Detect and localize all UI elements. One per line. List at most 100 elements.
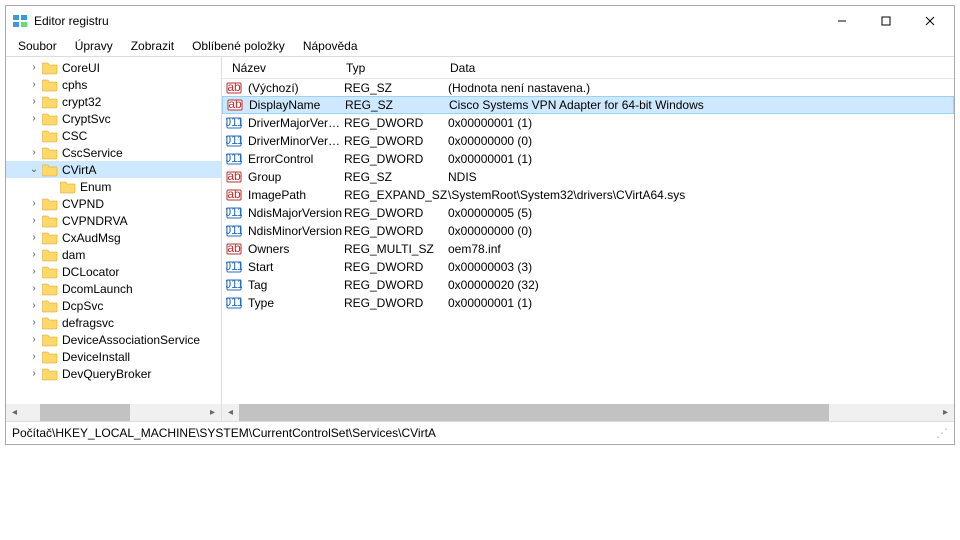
value-row[interactable]: 011DriverMajorVers…REG_DWORD0x00000001 (… (222, 114, 954, 132)
svg-text:011: 011 (226, 115, 242, 129)
string-value-icon: ab (226, 80, 242, 96)
svg-text:011: 011 (226, 277, 242, 291)
tree-item[interactable]: ›DevQueryBroker (6, 365, 221, 382)
value-row[interactable]: 011TagREG_DWORD0x00000020 (32) (222, 276, 954, 294)
maximize-button[interactable] (864, 7, 908, 35)
tree-hscrollbar[interactable]: ◂ ▸ (6, 404, 221, 421)
tree-item[interactable]: ›CoreUI (6, 59, 221, 76)
tree-item-label: CVPNDRVA (62, 214, 128, 228)
client-area: ›CoreUI›cphs›crypt32›CryptSvcCSC›CscServ… (6, 56, 954, 422)
tree-item[interactable]: CSC (6, 127, 221, 144)
value-name: DriverMinorVers… (248, 134, 344, 148)
tree-item[interactable]: ›dam (6, 246, 221, 263)
value-list[interactable]: ab(Výchozí)REG_SZ(Hodnota není nastavena… (222, 79, 954, 404)
app-icon (12, 13, 28, 29)
value-row[interactable]: abImagePathREG_EXPAND_SZ\SystemRoot\Syst… (222, 186, 954, 204)
menu-favorites[interactable]: Oblíbené položky (184, 37, 293, 55)
folder-icon (42, 316, 58, 330)
column-name[interactable]: Název (222, 58, 340, 78)
scroll-thumb[interactable] (40, 404, 130, 421)
value-data: oem78.inf (448, 242, 954, 256)
value-row[interactable]: 011StartREG_DWORD0x00000003 (3) (222, 258, 954, 276)
tree-item[interactable]: ›DeviceInstall (6, 348, 221, 365)
chevron-right-icon[interactable]: › (28, 79, 40, 91)
value-row[interactable]: 011ErrorControlREG_DWORD0x00000001 (1) (222, 150, 954, 168)
resize-grip-icon[interactable]: ⋰ (936, 426, 948, 440)
chevron-right-icon[interactable]: › (28, 113, 40, 125)
value-row[interactable]: abOwnersREG_MULTI_SZoem78.inf (222, 240, 954, 258)
tree-item[interactable]: ›DcomLaunch (6, 280, 221, 297)
value-row[interactable]: 011DriverMinorVers…REG_DWORD0x00000000 (… (222, 132, 954, 150)
chevron-right-icon[interactable]: › (28, 147, 40, 159)
scroll-track[interactable] (23, 404, 204, 421)
chevron-right-icon[interactable]: › (28, 351, 40, 363)
value-data: (Hodnota není nastavena.) (448, 81, 954, 95)
column-type[interactable]: Typ (340, 58, 444, 78)
folder-icon (42, 61, 58, 75)
folder-icon (42, 350, 58, 364)
value-type: REG_SZ (345, 98, 449, 112)
chevron-right-icon[interactable]: › (28, 266, 40, 278)
tree-item[interactable]: ›DCLocator (6, 263, 221, 280)
chevron-right-icon[interactable]: › (28, 198, 40, 210)
value-row[interactable]: abDisplayNameREG_SZCisco Systems VPN Ada… (222, 96, 954, 114)
tree-item[interactable]: ›DcpSvc (6, 297, 221, 314)
tree-item[interactable]: › crypt32 (6, 93, 221, 110)
menu-view[interactable]: Zobrazit (123, 37, 182, 55)
value-row[interactable]: 011TypeREG_DWORD0x00000001 (1) (222, 294, 954, 312)
value-type: REG_DWORD (344, 224, 448, 238)
chevron-right-icon[interactable]: › (28, 300, 40, 312)
svg-text:ab: ab (228, 97, 242, 111)
menu-file[interactable]: Soubor (10, 37, 65, 55)
window-title: Editor registru (34, 14, 820, 28)
tree-item[interactable]: ›CscService (6, 144, 221, 161)
value-data: \SystemRoot\System32\drivers\CVirtA64.sy… (448, 188, 954, 202)
chevron-right-icon[interactable]: › (28, 283, 40, 295)
svg-text:011: 011 (226, 151, 242, 165)
tree-item-label: crypt32 (62, 95, 101, 109)
close-button[interactable] (908, 7, 952, 35)
tree-item[interactable]: ›cphs (6, 76, 221, 93)
scroll-right-icon[interactable]: ▸ (937, 404, 954, 421)
minimize-button[interactable] (820, 7, 864, 35)
chevron-right-icon[interactable]: › (28, 317, 40, 329)
value-row[interactable]: abGroupREG_SZNDIS (222, 168, 954, 186)
chevron-right-icon[interactable]: › (28, 249, 40, 261)
svg-text:011: 011 (226, 133, 242, 147)
tree-item[interactable]: ›CxAudMsg (6, 229, 221, 246)
tree-item[interactable]: › CVPNDRVA (6, 212, 221, 229)
chevron-right-icon[interactable]: › (28, 334, 40, 346)
chevron-right-icon[interactable]: › (28, 232, 40, 244)
tree-item[interactable]: ›defragsvc (6, 314, 221, 331)
tree-item[interactable]: ⌄CVirtA (6, 161, 221, 178)
chevron-right-icon[interactable]: › (28, 215, 40, 227)
chevron-right-icon[interactable]: › (28, 368, 40, 380)
scroll-left-icon[interactable]: ◂ (6, 404, 23, 421)
registry-tree[interactable]: ›CoreUI›cphs›crypt32›CryptSvcCSC›CscServ… (6, 57, 221, 404)
folder-icon (42, 248, 58, 262)
scroll-right-icon[interactable]: ▸ (204, 404, 221, 421)
column-data[interactable]: Data (444, 58, 954, 78)
value-data: NDIS (448, 170, 954, 184)
value-data: 0x00000001 (1) (448, 152, 954, 166)
tree-item[interactable]: Enum (6, 178, 221, 195)
value-data: Cisco Systems VPN Adapter for 64-bit Win… (449, 98, 953, 112)
value-row[interactable]: 011NdisMajorVersionREG_DWORD0x00000005 (… (222, 204, 954, 222)
chevron-right-icon[interactable]: › (28, 96, 40, 108)
chevron-down-icon[interactable]: ⌄ (28, 164, 40, 176)
value-row[interactable]: ab(Výchozí)REG_SZ(Hodnota není nastavena… (222, 79, 954, 97)
value-row[interactable]: 011NdisMinorVersionREG_DWORD0x00000000 (… (222, 222, 954, 240)
tree-item[interactable]: ›DeviceAssociationService (6, 331, 221, 348)
menu-edit[interactable]: Úpravy (67, 37, 121, 55)
menu-help[interactable]: Nápověda (295, 37, 366, 55)
chevron-right-icon[interactable]: › (28, 62, 40, 74)
scroll-left-icon[interactable]: ◂ (222, 404, 239, 421)
tree-item[interactable]: ›CVPND (6, 195, 221, 212)
list-hscrollbar[interactable]: ◂ ▸ (222, 404, 954, 421)
tree-item[interactable]: ›CryptSvc (6, 110, 221, 127)
scroll-thumb[interactable] (239, 404, 829, 421)
scroll-track[interactable] (239, 404, 937, 421)
value-data: 0x00000000 (0) (448, 134, 954, 148)
value-name: ImagePath (248, 188, 344, 202)
tree-spacer (28, 130, 40, 142)
